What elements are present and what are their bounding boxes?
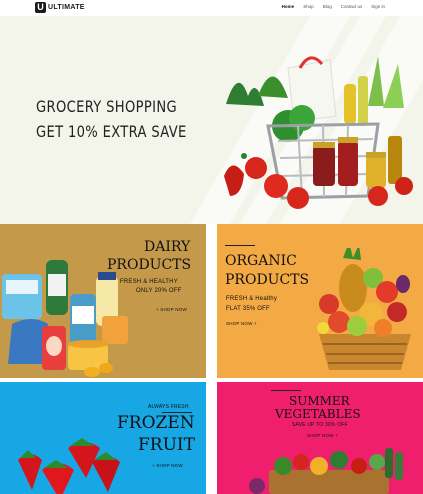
organic-title-line1: ORGANIC xyxy=(225,253,297,269)
hero-banner: GROCERY SHOPPING GET 10% EXTRA SAVE xyxy=(0,16,423,224)
organic-divider xyxy=(225,245,255,246)
vegetable-basket-image xyxy=(249,448,403,494)
summer-divider xyxy=(271,390,301,391)
main-nav: Home Shop Blog Contact us Sign in xyxy=(282,4,385,9)
organic-subtitle: FRESH & Healthy xyxy=(226,296,278,302)
logo-mark: U xyxy=(35,2,46,13)
frozen-fruit-panel[interactable]: ALWAYS FRESH FROZEN FRUIT + SHOP NOW xyxy=(0,382,206,494)
hero-title-line1: GROCERY SHOPPING xyxy=(36,97,177,116)
summer-vegetables-panel[interactable]: SUMMER VEGETABLES SAVE UP TO 30% OFF SHO… xyxy=(217,382,423,494)
nav-shop[interactable]: Shop xyxy=(303,4,314,9)
fruit-basket-image xyxy=(317,248,411,370)
frozen-title-line1: FROZEN xyxy=(117,413,195,433)
summer-shop-now-link[interactable]: SHOP NOW + xyxy=(307,433,338,438)
dairy-title-line2: PRODUCTS xyxy=(107,257,192,273)
site-header: U ULTIMATE Home Shop Blog Contact us Sig… xyxy=(0,0,423,16)
summer-title-line2: VEGETABLES xyxy=(275,407,361,421)
summer-offer: SAVE UP TO 30% OFF xyxy=(292,422,348,428)
dairy-title-line1: DAIRY xyxy=(144,239,191,255)
organic-products-panel[interactable]: ORGANIC PRODUCTS FRESH & Healthy FLAT 35… xyxy=(217,224,423,378)
logo-text: ULTIMATE xyxy=(48,4,85,11)
hero-title-line2: GET 10% EXTRA SAVE xyxy=(36,122,187,141)
nav-home[interactable]: Home xyxy=(282,4,295,9)
logo[interactable]: U ULTIMATE xyxy=(35,2,85,13)
grocery-basket-image xyxy=(224,56,413,209)
nav-blog[interactable]: Blog xyxy=(323,4,332,9)
organic-title-line2: PRODUCTS xyxy=(225,272,310,288)
dairy-offer: ONLY 20% OFF xyxy=(136,288,182,294)
dairy-subtitle: FRESH & HEALTHY xyxy=(120,279,178,285)
dairy-shop-now-link[interactable]: + SHOP NOW xyxy=(156,307,187,312)
summer-title-line1: SUMMER xyxy=(289,394,350,408)
organic-offer: FLAT 35% OFF xyxy=(226,306,270,312)
frozen-tag: ALWAYS FRESH xyxy=(148,404,189,410)
dairy-products-panel[interactable]: DAIRY PRODUCTS FRESH & HEALTHY ONLY 20% … xyxy=(0,224,206,378)
nav-contact-us[interactable]: Contact us xyxy=(341,4,363,9)
nav-sign-in[interactable]: Sign in xyxy=(371,4,385,9)
organic-shop-now-link[interactable]: SHOP NOW + xyxy=(226,321,257,326)
frozen-shop-now-link[interactable]: + SHOP NOW xyxy=(152,463,183,468)
strawberries-image xyxy=(18,438,120,494)
frozen-title-line2: FRUIT xyxy=(138,435,195,455)
